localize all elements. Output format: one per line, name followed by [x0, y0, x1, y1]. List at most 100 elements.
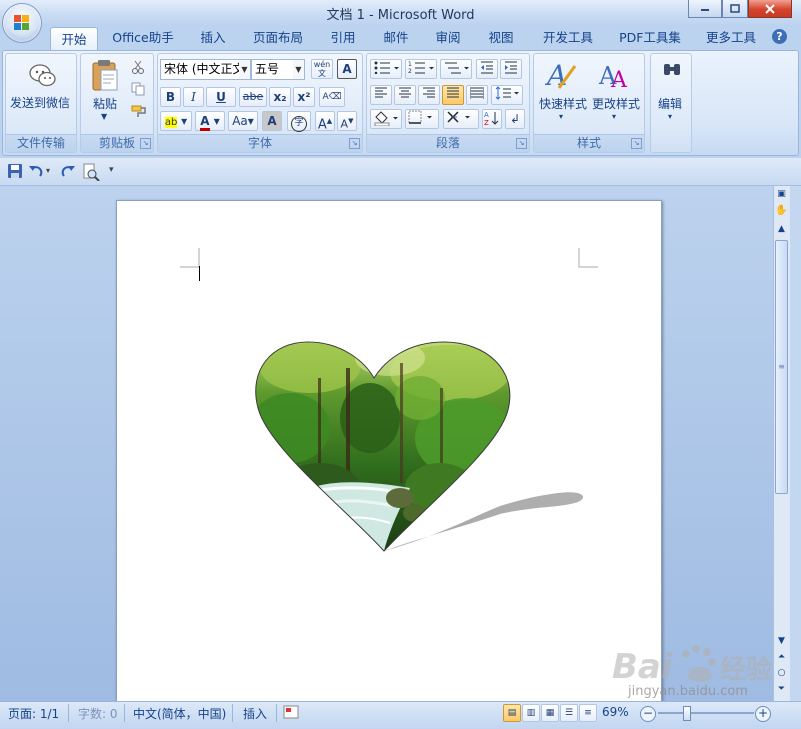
- tab-office-assistant[interactable]: Office助手: [105, 26, 181, 50]
- paragraph-launcher-icon[interactable]: ↘: [516, 138, 527, 149]
- print-layout-view-icon[interactable]: ▤: [503, 704, 521, 722]
- bullets-button[interactable]: [370, 59, 402, 79]
- borders-button[interactable]: [405, 109, 439, 129]
- phonetic-guide-button[interactable]: wén 文: [311, 59, 333, 79]
- tab-review[interactable]: 审阅: [430, 26, 466, 50]
- redo-icon[interactable]: [60, 163, 76, 179]
- quick-styles-button[interactable]: 快速样式: [539, 95, 587, 112]
- draft-view-icon[interactable]: ≡: [579, 704, 597, 722]
- heart-forest-picture[interactable]: [250, 338, 590, 556]
- print-preview-icon[interactable]: [82, 163, 100, 181]
- styles-launcher-icon[interactable]: ↘: [631, 138, 642, 149]
- multilevel-list-button[interactable]: [440, 59, 472, 79]
- full-screen-reading-icon[interactable]: ▥: [522, 704, 540, 722]
- ruler-toggle-icon[interactable]: ▣: [775, 189, 788, 201]
- align-center-button[interactable]: [394, 85, 416, 105]
- undo-dropdown-icon[interactable]: ▾: [46, 166, 50, 175]
- office-button[interactable]: [3, 4, 41, 42]
- zoom-slider-thumb[interactable]: [683, 706, 691, 721]
- format-painter-icon[interactable]: [131, 104, 147, 118]
- copy-icon[interactable]: [131, 82, 145, 96]
- distributed-button[interactable]: [466, 85, 488, 105]
- sort-button[interactable]: AZ: [482, 109, 502, 129]
- word-count[interactable]: 字数: 0: [78, 705, 118, 722]
- send-to-wechat-button[interactable]: 发送到微信: [10, 94, 70, 111]
- quick-styles-icon[interactable]: A: [545, 58, 579, 92]
- insert-mode-indicator[interactable]: 插入: [243, 705, 267, 722]
- editing-button[interactable]: 编辑: [658, 95, 682, 112]
- chevron-down-icon[interactable]: ▼: [239, 60, 250, 79]
- tab-view[interactable]: 视图: [483, 26, 519, 50]
- language-indicator[interactable]: 中文(简体，中国): [133, 705, 226, 722]
- clear-formatting-button[interactable]: A⌫: [319, 87, 345, 107]
- chevron-down-icon[interactable]: ▾: [612, 112, 616, 121]
- justify-button[interactable]: [442, 85, 464, 105]
- font-size-combo[interactable]: 五号 ▼: [251, 59, 305, 80]
- font-launcher-icon[interactable]: ↘: [349, 138, 360, 149]
- group-label-font: 字体: [158, 134, 362, 152]
- paste-button[interactable]: 粘贴: [93, 95, 117, 112]
- font-color-button[interactable]: A ▾: [195, 111, 225, 131]
- wechat-icon[interactable]: [28, 62, 58, 90]
- undo-icon[interactable]: [28, 163, 44, 179]
- tab-pdf-tools[interactable]: PDF工具集: [615, 26, 685, 50]
- binoculars-icon[interactable]: [662, 60, 682, 80]
- minimize-button[interactable]: [688, 0, 722, 18]
- increase-indent-button[interactable]: [500, 59, 522, 79]
- hand-icon[interactable]: ✋: [775, 205, 788, 217]
- enclose-chars-button[interactable]: 字: [287, 111, 311, 132]
- show-marks-button[interactable]: ↲: [505, 109, 525, 129]
- chevron-down-icon[interactable]: ▼: [293, 60, 304, 79]
- change-case-button[interactable]: Aa▾: [228, 111, 258, 131]
- zoom-slider-track[interactable]: [658, 712, 754, 714]
- bold-button[interactable]: B: [160, 87, 181, 107]
- align-right-button[interactable]: [418, 85, 440, 105]
- strikethrough-button[interactable]: abe: [239, 87, 267, 107]
- web-layout-icon[interactable]: ▦: [541, 704, 559, 722]
- decrease-indent-button[interactable]: [476, 59, 498, 79]
- chinese-layout-button[interactable]: [443, 109, 479, 129]
- char-shading-button[interactable]: A: [262, 111, 282, 131]
- help-icon[interactable]: ?: [772, 29, 787, 44]
- chevron-down-icon[interactable]: ▾: [668, 112, 672, 121]
- tab-more-tools[interactable]: 更多工具: [701, 26, 761, 50]
- line-spacing-button[interactable]: [491, 85, 523, 105]
- save-icon[interactable]: [7, 163, 23, 179]
- customize-qat-icon[interactable]: ▾: [109, 165, 114, 175]
- numbering-button[interactable]: 12: [405, 59, 437, 79]
- close-button[interactable]: [748, 0, 792, 18]
- shrink-font-button[interactable]: A▼: [337, 111, 357, 131]
- paste-dropdown-icon[interactable]: ▼: [101, 112, 107, 121]
- underline-button[interactable]: U: [206, 87, 236, 107]
- highlight-button[interactable]: ab ▾: [160, 111, 192, 131]
- font-name-combo[interactable]: 宋体 (中文正文 ▼: [160, 59, 251, 80]
- grow-font-button[interactable]: A▲: [315, 111, 335, 132]
- subscript-button[interactable]: x₂: [269, 87, 291, 107]
- zoom-level[interactable]: 69%: [602, 705, 629, 719]
- cut-icon[interactable]: [131, 60, 145, 74]
- zoom-in-icon[interactable]: +: [755, 706, 771, 722]
- zoom-out-icon[interactable]: −: [640, 706, 656, 722]
- tab-references[interactable]: 引用: [325, 26, 361, 50]
- maximize-button[interactable]: [722, 0, 748, 18]
- change-styles-button[interactable]: 更改样式: [592, 95, 640, 112]
- superscript-button[interactable]: x²: [293, 87, 315, 107]
- tab-page-layout[interactable]: 页面布局: [248, 26, 308, 50]
- outline-view-icon[interactable]: ☰: [560, 704, 578, 722]
- page-count[interactable]: 页面: 1/1: [8, 705, 59, 722]
- change-styles-icon[interactable]: A A: [597, 58, 631, 92]
- minimize-icon: [701, 9, 709, 11]
- macro-record-icon[interactable]: [283, 705, 299, 719]
- tab-home[interactable]: 开始: [50, 27, 98, 52]
- align-left-button[interactable]: [370, 85, 392, 105]
- tab-developer[interactable]: 开发工具: [538, 26, 598, 50]
- shading-button[interactable]: [370, 109, 402, 129]
- italic-button[interactable]: I: [183, 87, 204, 107]
- tab-insert[interactable]: 插入: [193, 26, 233, 50]
- char-border-button[interactable]: A: [337, 59, 357, 79]
- chevron-down-icon[interactable]: ▾: [559, 112, 563, 121]
- scroll-up-icon[interactable]: ▲: [775, 224, 788, 236]
- paste-icon[interactable]: [90, 58, 120, 92]
- tab-mailings[interactable]: 邮件: [378, 26, 414, 50]
- clipboard-launcher-icon[interactable]: ↘: [140, 138, 151, 149]
